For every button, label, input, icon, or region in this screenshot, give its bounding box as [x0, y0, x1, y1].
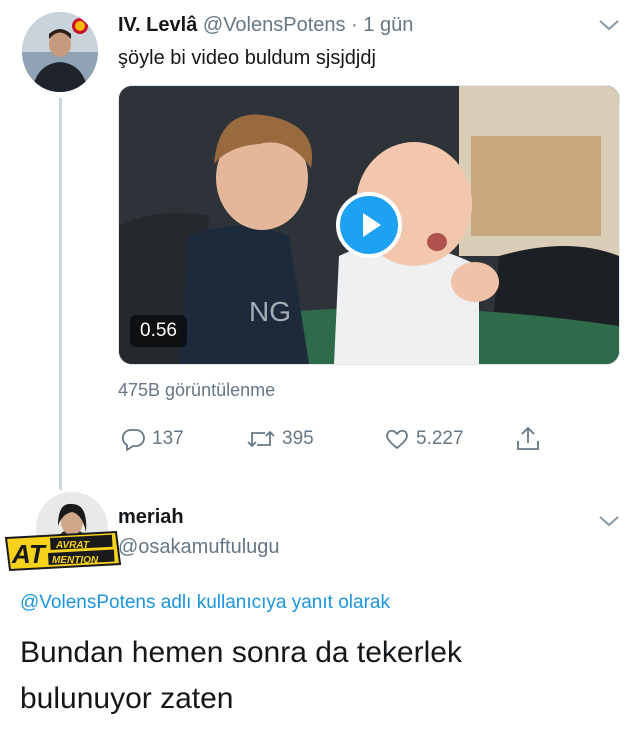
tweet-time[interactable]: · 1 gün [351, 14, 413, 36]
reply-text-line-1: Bundan hemen sonra da tekerlek [20, 636, 462, 669]
play-button[interactable] [336, 192, 402, 258]
avatar-image [22, 12, 98, 92]
svg-text:AT: AT [11, 539, 47, 569]
svg-text:NG: NG [249, 296, 291, 327]
tweet-header: IV. Levlâ @VolensPotens · 1 gün [118, 12, 413, 38]
tweet-text: şöyle bi video buldum sjsjdjdj [118, 47, 376, 69]
like-action[interactable]: 5.227 [384, 425, 464, 453]
reply-text-line-2: bulunuyor zaten [20, 682, 234, 715]
svg-text:AVRAT: AVRAT [55, 540, 90, 551]
chevron-down-icon[interactable] [598, 18, 620, 32]
author-handle[interactable]: @VolensPotens [203, 14, 346, 36]
reply-count: 137 [152, 428, 184, 449]
replying-to-suffix-link[interactable]: adlı kullanıcıya yanıt olarak [161, 592, 390, 613]
like-count: 5.227 [416, 428, 464, 449]
replying-to-line: @VolensPotens adlı kullanıcıya yanıt ola… [20, 592, 390, 614]
share-icon [517, 426, 539, 450]
reply-icon [121, 429, 145, 451]
replying-to-handle-link[interactable]: @VolensPotens [20, 592, 156, 613]
author-avatar[interactable] [22, 12, 98, 92]
reply-author-handle[interactable]: @osakamuftulugu [118, 536, 280, 559]
share-action[interactable] [514, 425, 542, 453]
retweet-count: 395 [282, 428, 314, 449]
view-count: 475B görüntülenme [118, 380, 276, 400]
svg-text:MENTION: MENTION [52, 555, 99, 566]
play-icon [363, 213, 381, 237]
retweet-icon [247, 430, 275, 448]
avrat-mention-watermark: AT AVRAT MENTION [4, 530, 122, 572]
reply-text: Bundan hemen sonra da tekerlek bulunuyor… [20, 630, 620, 722]
thread-connector-line [59, 98, 62, 490]
heart-icon [386, 429, 408, 449]
replying-to-suffix: adlı kullanıcıya yanıt olarak [160, 592, 390, 613]
reply-author-name[interactable]: meriah [118, 506, 184, 529]
reply-action[interactable]: 137 [120, 425, 184, 453]
chevron-down-icon[interactable] [598, 514, 620, 528]
retweet-action[interactable]: 395 [246, 425, 314, 453]
video-duration-badge: 0.56 [130, 315, 187, 347]
author-name[interactable]: IV. Levlâ [118, 14, 197, 36]
